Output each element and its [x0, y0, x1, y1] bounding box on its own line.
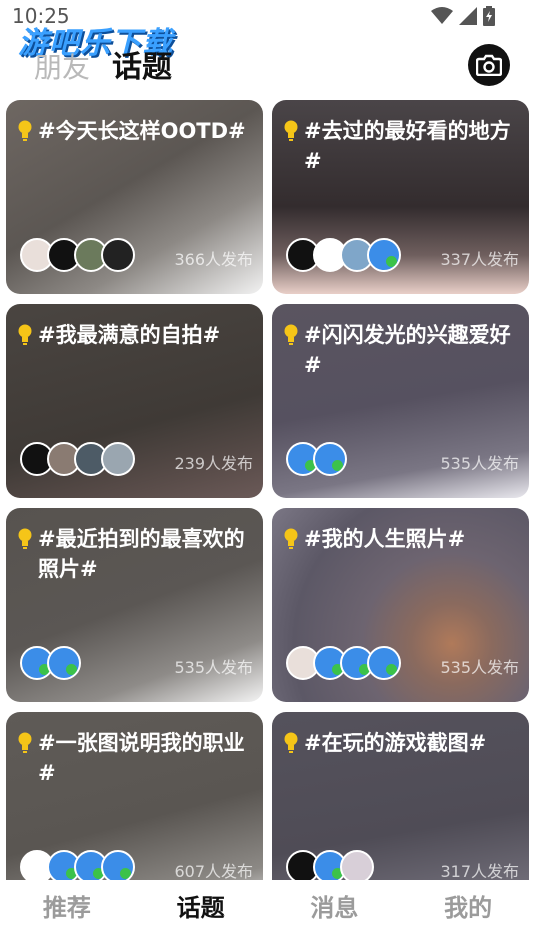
topic-title: #闪闪发光的兴趣爱好# [304, 323, 511, 377]
topic-title: #我的人生照片# [304, 527, 466, 551]
post-count: 535人发布 [440, 658, 519, 677]
avatar [340, 850, 374, 880]
lightbulb-icon [284, 120, 298, 141]
avatar-group [20, 442, 135, 476]
avatar-group [286, 646, 401, 680]
topic-title: #最近拍到的最喜欢的照片# [38, 527, 245, 581]
avatar [47, 646, 81, 680]
topic-title: #今天长这样OOTD# [38, 119, 246, 143]
post-count: 535人发布 [174, 658, 253, 677]
topic-title: #我最满意的自拍# [38, 323, 221, 347]
post-count: 607人发布 [174, 862, 253, 880]
avatar [101, 238, 135, 272]
camera-button[interactable] [468, 44, 510, 86]
post-count: 366人发布 [174, 250, 253, 269]
topic-card[interactable]: #一张图说明我的职业# 607人发布 [6, 712, 263, 880]
avatar-group [20, 850, 135, 880]
camera-icon [476, 54, 502, 76]
topic-card[interactable]: #去过的最好看的地方# 337人发布 [272, 100, 529, 294]
avatar [367, 238, 401, 272]
lightbulb-icon [284, 732, 298, 753]
signal-icon [459, 7, 477, 25]
topic-card[interactable]: #今天长这样OOTD# 366人发布 [6, 100, 263, 294]
avatar [367, 646, 401, 680]
avatar [101, 442, 135, 476]
post-count: 239人发布 [174, 454, 253, 473]
nav-recommend[interactable]: 推荐 [22, 888, 112, 943]
topic-title: #在玩的游戏截图# [304, 731, 487, 755]
avatar-group [286, 238, 401, 272]
topic-grid: #今天长这样OOTD# 366人发布 #去过的最好看的地方# 337人发布 #我 [6, 100, 529, 880]
avatar-group [20, 646, 81, 680]
avatar-group [286, 850, 374, 880]
topic-card[interactable]: #我最满意的自拍# 239人发布 [6, 304, 263, 498]
avatar [313, 442, 347, 476]
nav-mine[interactable]: 我的 [423, 888, 513, 943]
lightbulb-icon [18, 324, 32, 345]
lightbulb-icon [18, 732, 32, 753]
topic-title: #一张图说明我的职业# [38, 731, 245, 785]
lightbulb-icon [284, 528, 298, 549]
avatar [101, 850, 135, 880]
topic-title: #去过的最好看的地方# [304, 119, 511, 173]
battery-icon [483, 6, 495, 26]
topic-card[interactable]: #闪闪发光的兴趣爱好# 535人发布 [272, 304, 529, 498]
system-icons [431, 6, 495, 26]
lightbulb-icon [18, 120, 32, 141]
nav-messages[interactable]: 消息 [289, 888, 379, 943]
post-count: 535人发布 [440, 454, 519, 473]
topic-card[interactable]: #我的人生照片# 535人发布 [272, 508, 529, 702]
topic-card[interactable]: #在玩的游戏截图# 317人发布 [272, 712, 529, 880]
post-count: 317人发布 [440, 862, 519, 880]
top-tabs: 朋友 话题 [34, 42, 172, 86]
tab-friends[interactable]: 朋友 [34, 46, 90, 86]
lightbulb-icon [284, 324, 298, 345]
tab-topics[interactable]: 话题 [112, 42, 172, 86]
wifi-icon [431, 7, 453, 24]
topic-card[interactable]: #最近拍到的最喜欢的照片# 535人发布 [6, 508, 263, 702]
post-count: 337人发布 [440, 250, 519, 269]
nav-topics[interactable]: 话题 [156, 888, 246, 943]
avatar-group [286, 442, 347, 476]
lightbulb-icon [18, 528, 32, 549]
bottom-nav: 推荐 话题 消息 我的 [0, 880, 535, 951]
avatar-group [20, 238, 135, 272]
